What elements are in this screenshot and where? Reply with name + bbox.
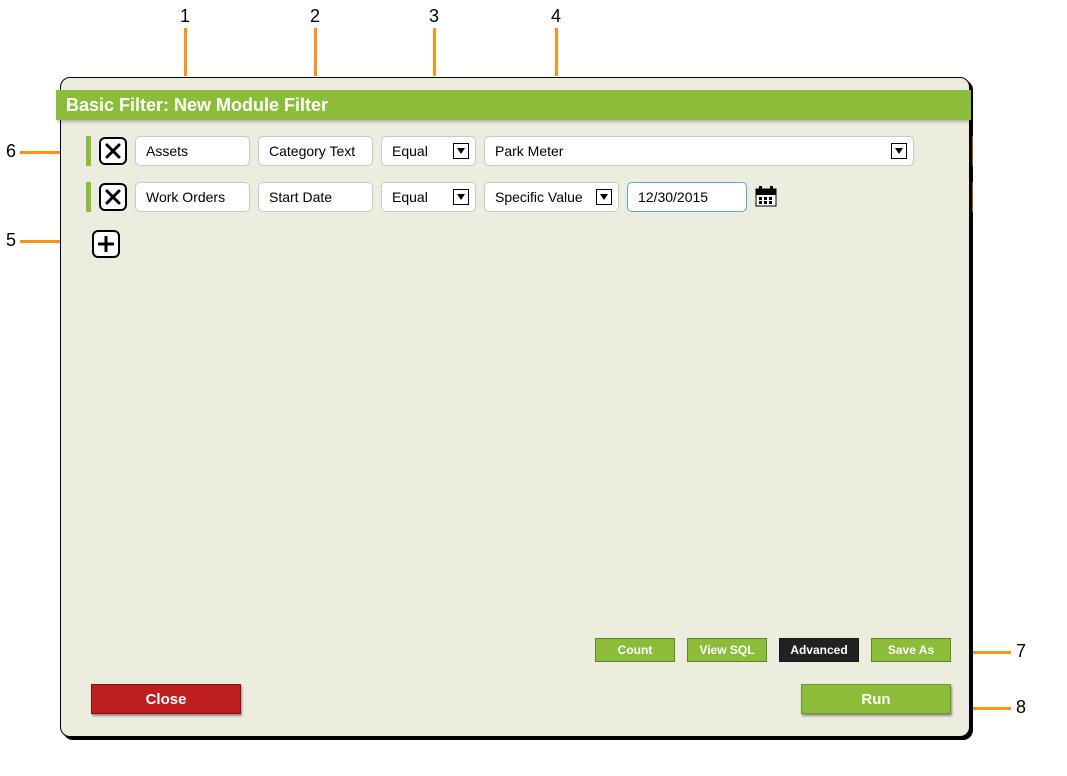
chevron-down-icon (891, 143, 907, 159)
save-as-button[interactable]: Save As (871, 638, 951, 662)
source-select[interactable]: Work Orders (135, 182, 250, 212)
filter-dialog: Basic Filter: New Module Filter Assets C… (60, 77, 970, 737)
plus-icon (98, 236, 114, 252)
row-marker (972, 182, 973, 212)
field-select[interactable]: Category Text (258, 136, 373, 166)
value-select[interactable]: Park Meter (484, 136, 914, 166)
operator-select[interactable]: Equal (381, 182, 476, 212)
callout-6: 6 (6, 141, 16, 162)
callout-2: 2 (310, 6, 320, 27)
view-sql-button[interactable]: View SQL (687, 638, 767, 662)
source-value: Assets (146, 143, 188, 159)
valuetype-text: Specific Value (495, 189, 583, 205)
row-marker (972, 136, 973, 166)
callout-8: 8 (1016, 697, 1026, 718)
filter-row: Work Orders Start Date Equal Specific Va… (86, 182, 777, 212)
source-value: Work Orders (146, 189, 225, 205)
run-button[interactable]: Run (801, 684, 951, 714)
row-handle (86, 182, 91, 212)
chevron-down-icon (453, 189, 469, 205)
remove-row-button[interactable] (99, 137, 127, 165)
date-value: 12/30/2015 (638, 189, 708, 205)
field-value: Start Date (269, 189, 332, 205)
callout-5: 5 (6, 230, 16, 251)
chevron-down-icon (596, 189, 612, 205)
callout-4: 4 (551, 6, 561, 27)
advanced-button[interactable]: Advanced (779, 638, 859, 662)
field-select[interactable]: Start Date (258, 182, 373, 212)
chevron-down-icon (453, 143, 469, 159)
close-button[interactable]: Close (91, 684, 241, 714)
callout-3: 3 (429, 6, 439, 27)
field-value: Category Text (269, 143, 355, 159)
dialog-title: Basic Filter: New Module Filter (56, 90, 971, 120)
operator-value: Equal (392, 189, 428, 205)
valuetype-select[interactable]: Specific Value (484, 182, 619, 212)
calendar-icon-svg (755, 185, 777, 207)
calendar-icon[interactable] (755, 183, 777, 211)
x-icon (105, 189, 121, 205)
remove-row-button[interactable] (99, 183, 127, 211)
action-button-row: Count View SQL Advanced Save As (595, 638, 951, 662)
operator-value: Equal (392, 143, 428, 159)
callout-1: 1 (180, 6, 190, 27)
add-row-button[interactable] (92, 230, 120, 258)
value-text: Park Meter (495, 143, 563, 159)
x-icon (105, 143, 121, 159)
source-select[interactable]: Assets (135, 136, 250, 166)
date-input[interactable]: 12/30/2015 (627, 182, 747, 212)
callout-7: 7 (1016, 641, 1026, 662)
filter-row: Assets Category Text Equal Park Meter (86, 136, 914, 166)
row-handle (86, 136, 91, 166)
count-button[interactable]: Count (595, 638, 675, 662)
operator-select[interactable]: Equal (381, 136, 476, 166)
